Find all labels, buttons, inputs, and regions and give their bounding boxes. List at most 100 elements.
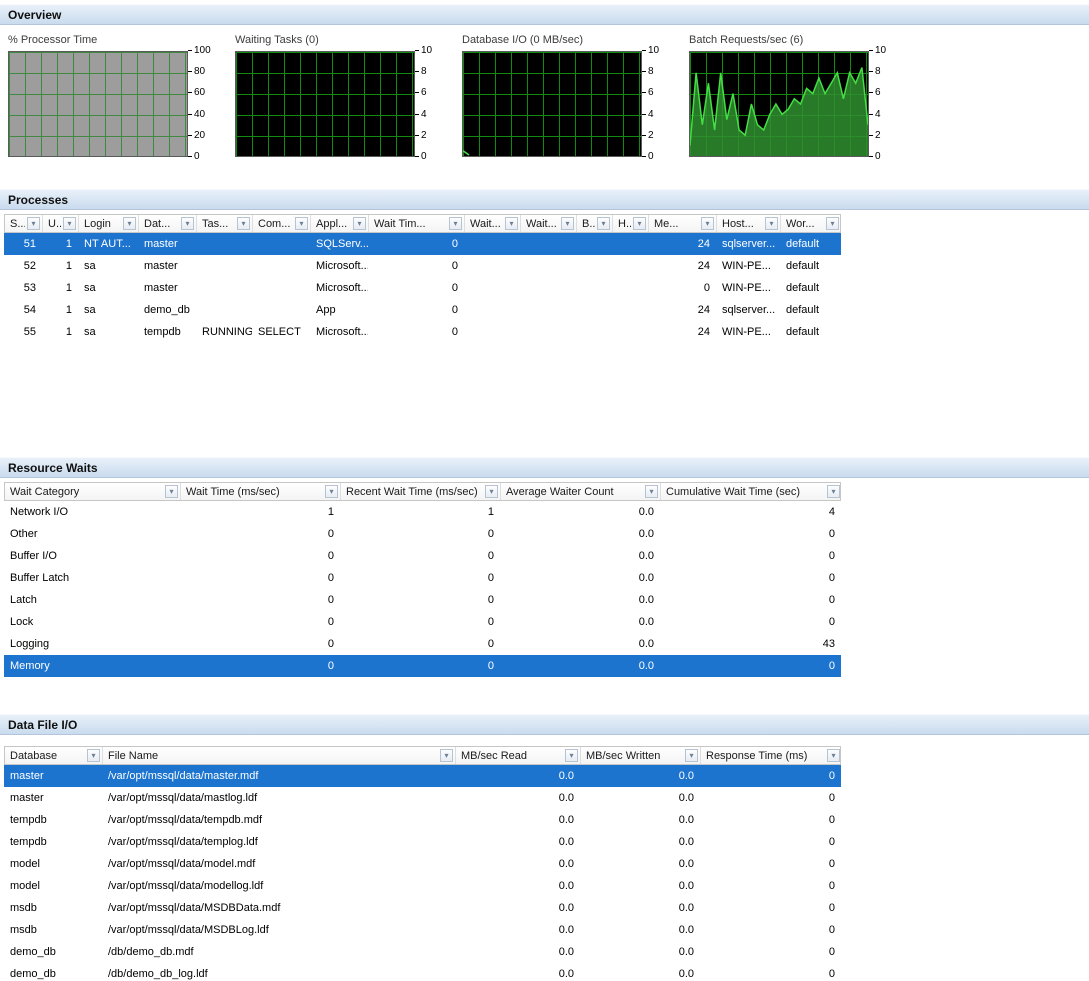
table-header-row: Database▾File Name▾MB/sec Read▾MB/sec Wr… — [4, 746, 841, 765]
column-header[interactable]: Wait Category▾ — [5, 483, 181, 500]
table-row[interactable]: Buffer I/O000.00 — [4, 545, 841, 567]
cell: demo_db — [138, 304, 196, 316]
processes-section-header[interactable]: Processes — [0, 189, 1089, 210]
cell: WIN-PE... — [716, 326, 780, 338]
table-row[interactable]: master/var/opt/mssql/data/mastlog.ldf0.0… — [4, 787, 841, 809]
filter-dropdown-icon[interactable]: ▾ — [485, 485, 498, 498]
table-row[interactable]: 511NT AUT...masterSQLServ...024sqlserver… — [4, 233, 841, 255]
filter-dropdown-icon[interactable]: ▾ — [353, 217, 366, 230]
column-header[interactable]: S...▾ — [5, 215, 43, 232]
table-row[interactable]: master/var/opt/mssql/data/master.mdf0.00… — [4, 765, 841, 787]
filter-dropdown-icon[interactable]: ▾ — [165, 485, 178, 498]
chart-plot — [462, 51, 642, 157]
table-row[interactable]: 541sademo_dbApp024sqlserver...default — [4, 299, 841, 321]
column-header[interactable]: Tas...▾ — [197, 215, 253, 232]
column-header[interactable]: Appl...▾ — [311, 215, 369, 232]
table-row[interactable]: tempdb/var/opt/mssql/data/templog.ldf0.0… — [4, 831, 841, 853]
filter-dropdown-icon[interactable]: ▾ — [633, 217, 646, 230]
filter-dropdown-icon[interactable]: ▾ — [701, 217, 714, 230]
table-row[interactable]: Lock000.00 — [4, 611, 841, 633]
table-row[interactable]: 531samasterMicrosoft...00WIN-PE...defaul… — [4, 277, 841, 299]
column-header-label: Cumulative Wait Time (sec) — [666, 486, 800, 498]
column-header[interactable]: Wait Time (ms/sec)▾ — [181, 483, 341, 500]
cell: 55 — [4, 326, 42, 338]
column-header[interactable]: Response Time (ms)▾ — [701, 747, 842, 764]
cell: model — [4, 858, 102, 870]
data-file-io-section-header[interactable]: Data File I/O — [0, 714, 1089, 735]
column-header[interactable]: Wait...▾ — [465, 215, 521, 232]
cell: sa — [78, 304, 138, 316]
column-header[interactable]: Wait Tim...▾ — [369, 215, 465, 232]
filter-dropdown-icon[interactable]: ▾ — [505, 217, 518, 230]
column-header[interactable]: Dat... ▾ — [139, 215, 197, 232]
cell: Other — [4, 528, 180, 540]
table-row[interactable]: Network I/O110.04 — [4, 501, 841, 523]
filter-dropdown-icon[interactable]: ▾ — [440, 749, 453, 762]
table-row[interactable]: 521samasterMicrosoft...024WIN-PE...defau… — [4, 255, 841, 277]
table-header-row: Wait Category▾Wait Time (ms/sec)▾Recent … — [4, 482, 841, 501]
table-row[interactable]: demo_db/db/demo_db.mdf0.00.00 — [4, 941, 841, 963]
y-axis-tick-label: 80 — [188, 66, 205, 77]
column-header[interactable]: Com...▾ — [253, 215, 311, 232]
filter-dropdown-icon[interactable]: ▾ — [123, 217, 136, 230]
filter-dropdown-icon[interactable]: ▾ — [765, 217, 778, 230]
column-header[interactable]: Me...▾ — [649, 215, 717, 232]
column-header[interactable]: Wor...▾ — [781, 215, 841, 232]
filter-dropdown-icon[interactable]: ▾ — [565, 749, 578, 762]
tick-mark — [188, 135, 192, 136]
table-row[interactable]: model/var/opt/mssql/data/model.mdf0.00.0… — [4, 853, 841, 875]
table-row[interactable]: tempdb/var/opt/mssql/data/tempdb.mdf0.00… — [4, 809, 841, 831]
filter-dropdown-icon[interactable]: ▾ — [561, 217, 574, 230]
filter-dropdown-icon[interactable]: ▾ — [827, 485, 840, 498]
cell: 0 — [700, 968, 841, 980]
table-row[interactable]: Logging000.043 — [4, 633, 841, 655]
filter-dropdown-icon[interactable]: ▾ — [826, 217, 839, 230]
filter-dropdown-icon[interactable]: ▾ — [295, 217, 308, 230]
filter-dropdown-icon[interactable]: ▾ — [87, 749, 100, 762]
filter-dropdown-icon[interactable]: ▾ — [325, 485, 338, 498]
column-header[interactable]: Host...▾ — [717, 215, 781, 232]
filter-dropdown-icon[interactable]: ▾ — [181, 217, 194, 230]
cell: 0.0 — [580, 968, 700, 980]
table-row[interactable]: Latch000.00 — [4, 589, 841, 611]
column-header[interactable]: MB/sec Read▾ — [456, 747, 581, 764]
filter-dropdown-icon[interactable]: ▾ — [685, 749, 698, 762]
table-row[interactable]: model/var/opt/mssql/data/modellog.ldf0.0… — [4, 875, 841, 897]
column-header[interactable]: B...▾ — [577, 215, 613, 232]
filter-dropdown-icon[interactable]: ▾ — [63, 217, 76, 230]
table-row[interactable]: demo_db/db/demo_db_log.ldf0.00.00 — [4, 963, 841, 981]
filter-dropdown-icon[interactable]: ▾ — [645, 485, 658, 498]
column-header[interactable]: Recent Wait Time (ms/sec)▾ — [341, 483, 501, 500]
column-header[interactable]: H...▾ — [613, 215, 649, 232]
y-axis-tick-label: 6 — [415, 87, 427, 98]
table-row[interactable]: Other000.00 — [4, 523, 841, 545]
column-header[interactable]: U...▾ — [43, 215, 79, 232]
filter-dropdown-icon[interactable]: ▾ — [827, 749, 840, 762]
table-row[interactable]: msdb/var/opt/mssql/data/MSDBData.mdf0.00… — [4, 897, 841, 919]
column-header-label: Dat... — [144, 218, 170, 230]
column-header[interactable]: MB/sec Written▾ — [581, 747, 701, 764]
column-header[interactable]: Average Waiter Count▾ — [501, 483, 661, 500]
column-header[interactable]: Wait...▾ — [521, 215, 577, 232]
column-header[interactable]: Database▾ — [5, 747, 103, 764]
resource-waits-section-header[interactable]: Resource Waits — [0, 457, 1089, 478]
column-header[interactable]: Login▾ — [79, 215, 139, 232]
column-header[interactable]: File Name▾ — [103, 747, 456, 764]
cell: sa — [78, 282, 138, 294]
table-row[interactable]: Buffer Latch000.00 — [4, 567, 841, 589]
filter-dropdown-icon[interactable]: ▾ — [449, 217, 462, 230]
filter-dropdown-icon[interactable]: ▾ — [237, 217, 250, 230]
cell: 0 — [180, 594, 340, 606]
table-row[interactable]: 551satempdbRUNNINGSELECTMicrosoft...024W… — [4, 321, 841, 343]
y-axis-tick-label: 2 — [869, 130, 881, 141]
tick-value: 10 — [875, 45, 886, 56]
table-row[interactable]: Memory000.00 — [4, 655, 841, 677]
column-header[interactable]: Cumulative Wait Time (sec) ▾ — [661, 483, 842, 500]
filter-dropdown-icon[interactable]: ▾ — [27, 217, 40, 230]
tick-value: 4 — [875, 109, 881, 120]
overview-section-header[interactable]: Overview — [0, 4, 1089, 25]
filter-dropdown-icon[interactable]: ▾ — [597, 217, 610, 230]
cell: Buffer Latch — [4, 572, 180, 584]
table-row[interactable]: msdb/var/opt/mssql/data/MSDBLog.ldf0.00.… — [4, 919, 841, 941]
column-header-label: U... — [48, 218, 61, 230]
